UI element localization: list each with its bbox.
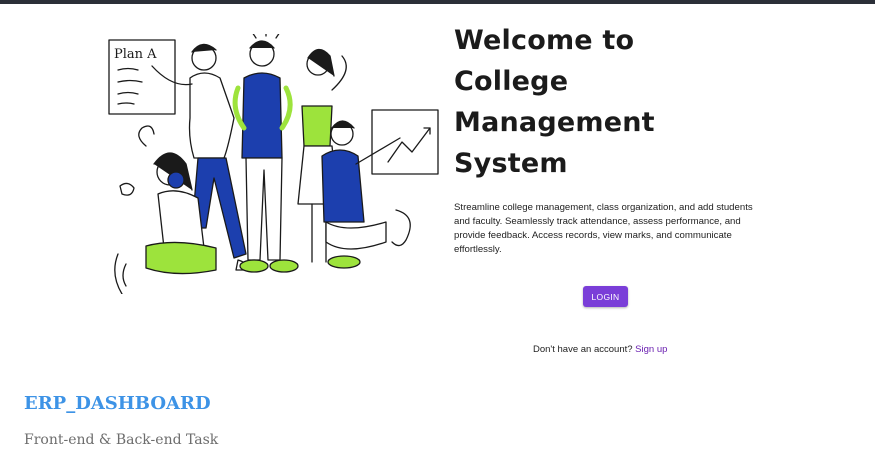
login-button[interactable]: LOGIN <box>583 286 628 307</box>
hero-description: Streamline college management, class org… <box>454 202 753 255</box>
brand-name: ERP_DASHBOARD <box>24 393 211 414</box>
signup-row: Don't have an account? Sign up <box>533 344 667 355</box>
title-line: College <box>454 66 569 97</box>
title-line: Management <box>454 107 655 138</box>
title-line: System <box>454 148 568 179</box>
title-line: Welcome to <box>454 25 635 56</box>
students-illustration: Plan A <box>108 34 439 294</box>
plan-a-sign: Plan A <box>114 47 157 62</box>
page-title: Welcome to College Management System <box>454 20 754 184</box>
tagline: Front-end & Back-end Task <box>24 432 219 448</box>
signup-prompt: Don't have an account? <box>533 344 633 355</box>
top-bar <box>0 0 875 4</box>
signup-link[interactable]: Sign up <box>635 344 667 355</box>
